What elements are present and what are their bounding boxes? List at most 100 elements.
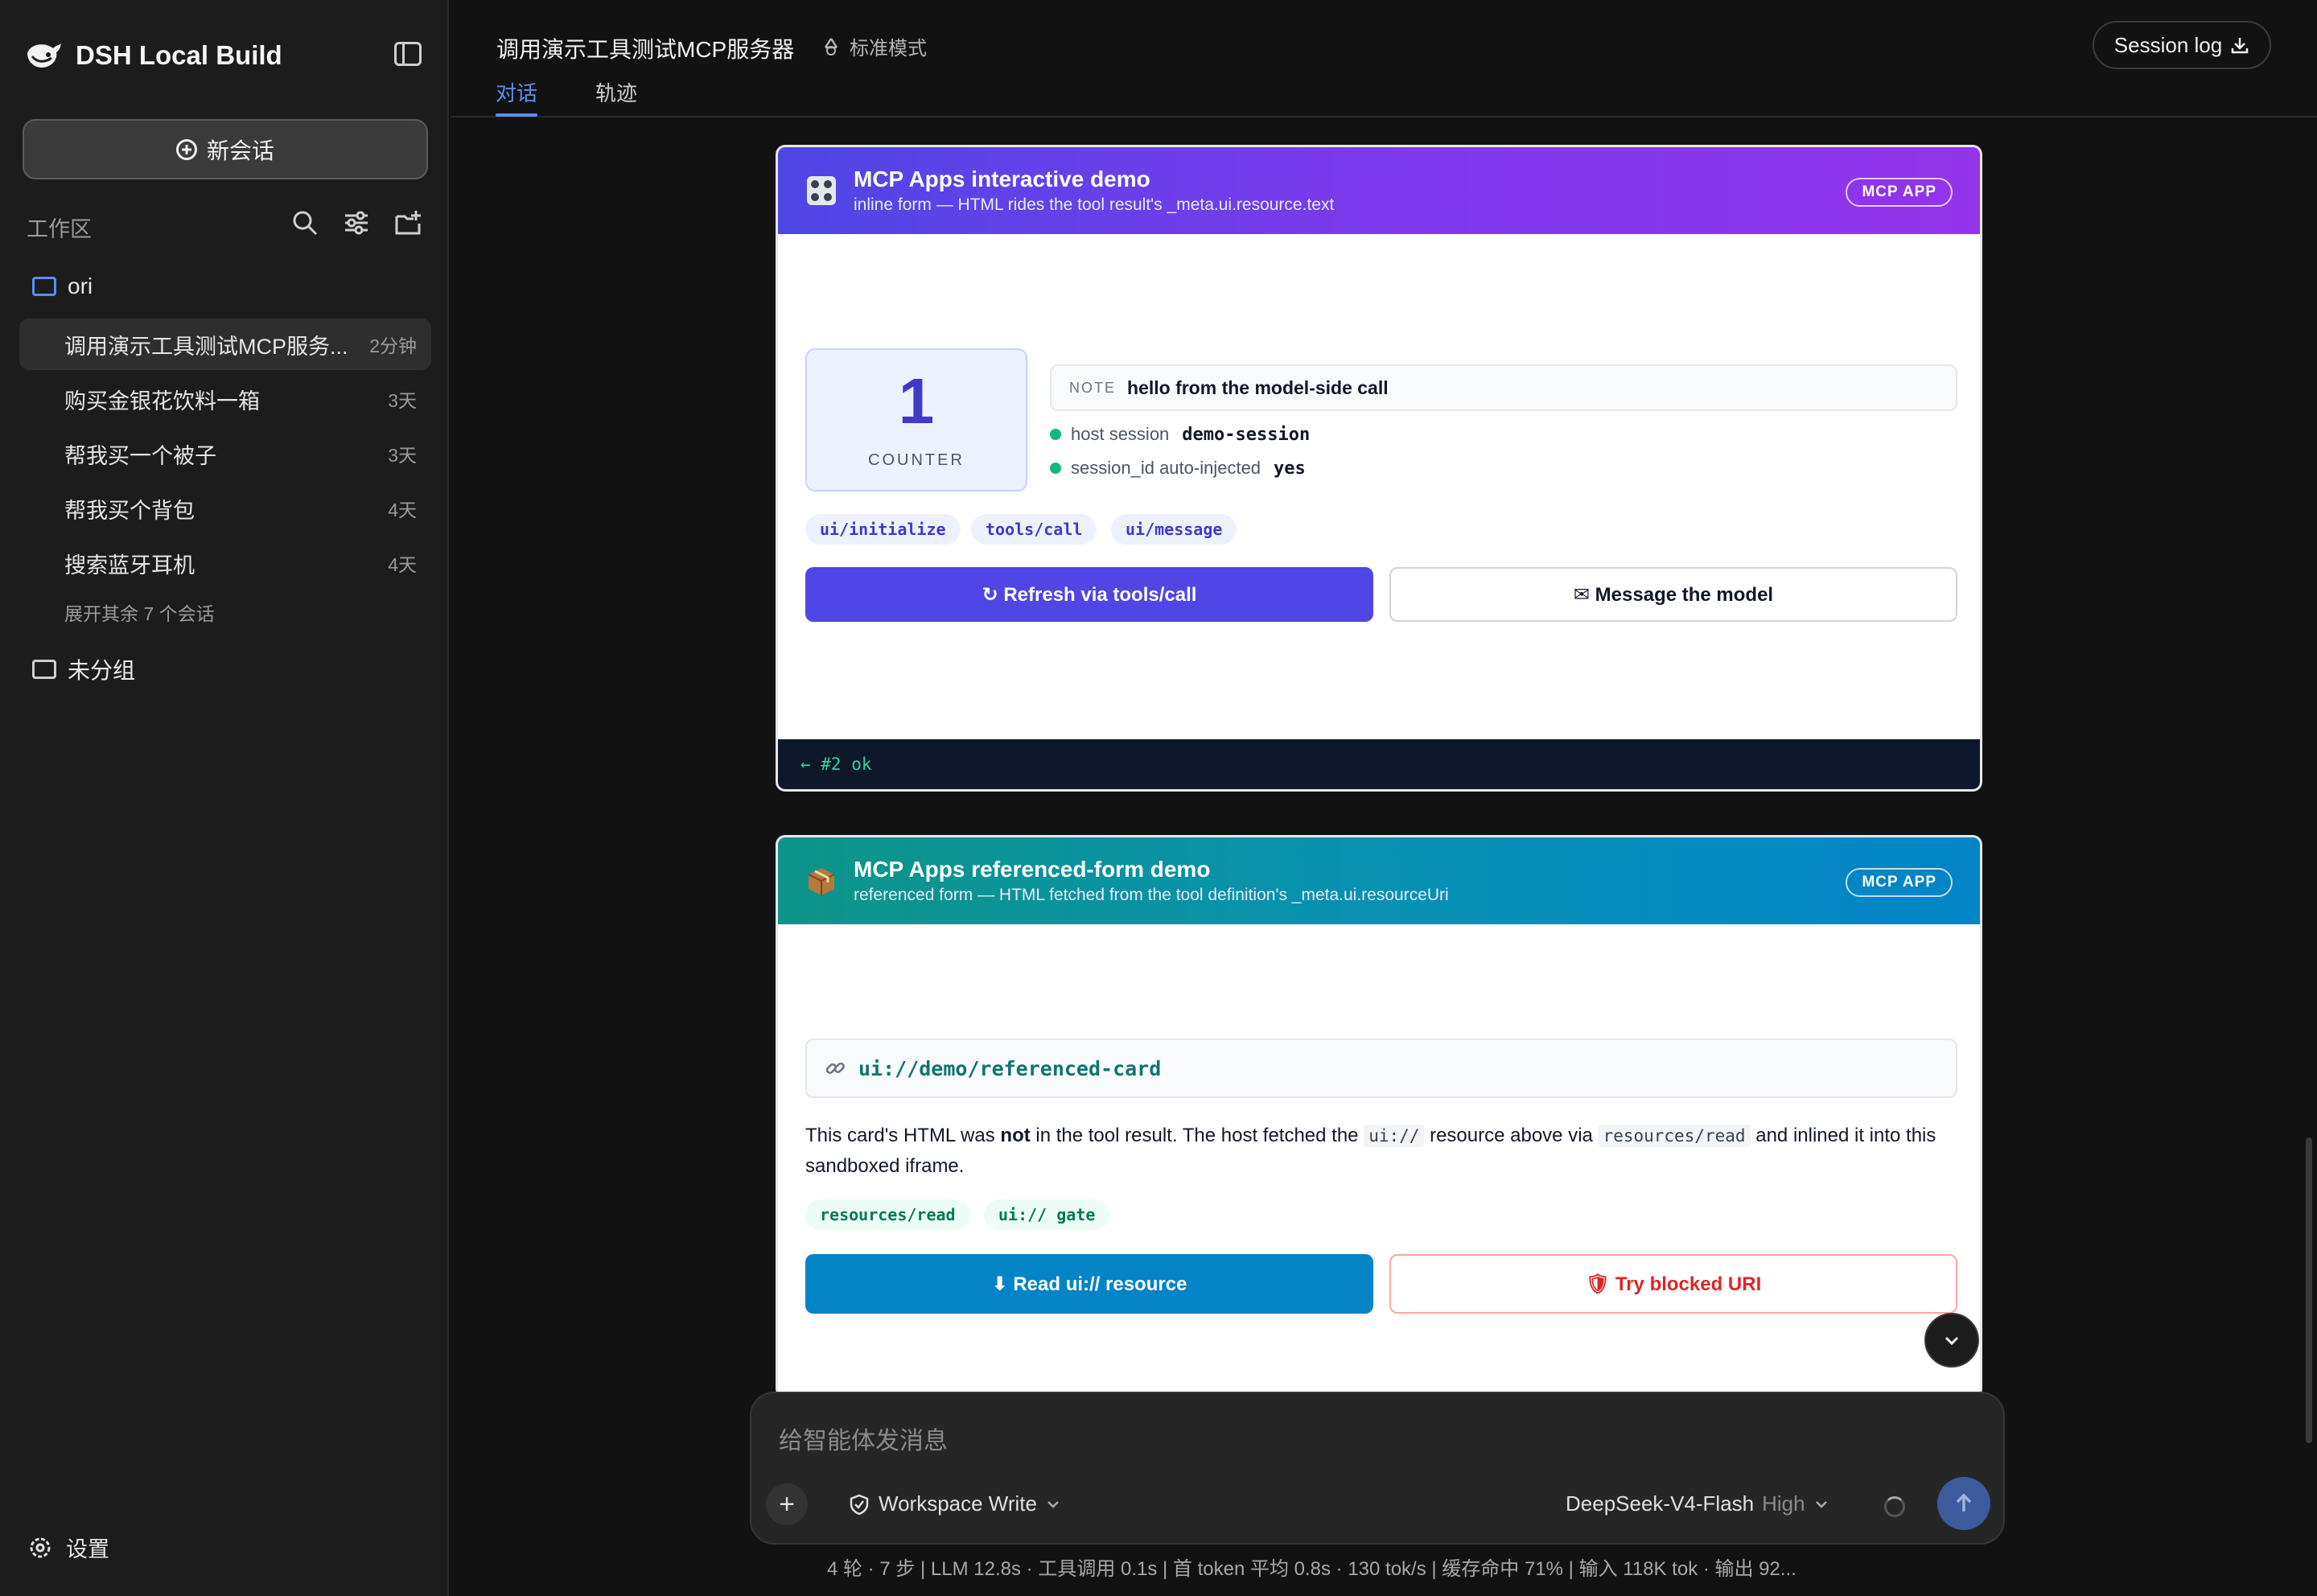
session-name: 搜索蓝牙耳机 xyxy=(64,553,195,578)
desc-text: This card's HTML was xyxy=(805,1125,1001,1146)
note-box: NOTE hello from the model-side call xyxy=(1050,364,1957,411)
session-id-row: session_id auto-injected yes xyxy=(1050,458,1306,479)
session-log-button[interactable]: Session log xyxy=(2093,21,2271,69)
session-name: 调用演示工具测试MCP服务... xyxy=(64,334,348,359)
message-input[interactable]: 给智能体发消息 xyxy=(779,1421,948,1456)
session-item[interactable]: 搜索蓝牙耳机 4天 xyxy=(19,537,431,589)
model-selector[interactable]: DeepSeek-V4-Flash High xyxy=(1566,1491,1829,1516)
run-stats: 4 轮 · 7 步 | LLM 12.8s · 工具调用 0.1s | 首 to… xyxy=(827,1558,1796,1580)
model-name: DeepSeek-V4-Flash xyxy=(1566,1491,1755,1516)
session-name: 购买金银花饮料一箱 xyxy=(64,389,260,413)
filter-sliders-icon[interactable] xyxy=(343,209,370,237)
session-name: 帮我买一个被子 xyxy=(64,443,216,468)
card-subtitle: referenced form — HTML fetched from the … xyxy=(854,886,1449,904)
add-attachment-button[interactable]: + xyxy=(766,1483,808,1525)
conversation-title: 调用演示工具测试MCP服务器 xyxy=(496,37,795,62)
session-time: 4天 xyxy=(388,500,417,520)
session-id-label: session_id auto-injected xyxy=(1071,458,1261,478)
try-blocked-uri-button[interactable]: 🛡 Try blocked URI xyxy=(1389,1254,1957,1314)
card-subtitle: inline form — HTML rides the tool result… xyxy=(854,195,1335,214)
mcp-app-card-interactive: MCP Apps interactive demo inline form — … xyxy=(776,145,1982,792)
session-log-label: Session log xyxy=(2113,32,2223,57)
sidebar-toggle-icon[interactable] xyxy=(394,42,422,66)
read-resource-button[interactable]: ⬇ Read ui:// resource xyxy=(805,1254,1373,1314)
session-item[interactable]: 帮我买一个被子 3天 xyxy=(19,428,431,479)
mode-indicator[interactable]: 标准模式 xyxy=(821,32,927,60)
chip-resources-read: resources/read xyxy=(805,1199,970,1230)
folder-ori[interactable]: ori xyxy=(32,274,93,299)
refresh-tools-call-button[interactable]: ↻ Refresh via tools/call xyxy=(805,567,1373,622)
mcp-app-badge: MCP APP xyxy=(1846,868,1953,897)
status-dot xyxy=(1050,463,1061,474)
card-header: MCP Apps interactive demo inline form — … xyxy=(778,147,1980,234)
host-session-label: host session xyxy=(1071,424,1170,444)
tab-trace[interactable]: 轨迹 xyxy=(595,77,637,107)
recycle-icon xyxy=(824,37,838,56)
session-item[interactable]: 调用演示工具测试MCP服务... 2分钟 xyxy=(19,319,431,370)
package-box-icon xyxy=(808,868,835,895)
session-time: 3天 xyxy=(388,445,417,466)
counter-box: 1 COUNTER xyxy=(805,348,1027,492)
plus-icon: + xyxy=(779,1488,795,1520)
folder-ungrouped[interactable]: 未分组 xyxy=(32,653,135,685)
session-item[interactable]: 购买金银花饮料一箱 3天 xyxy=(19,373,431,425)
expand-more-sessions[interactable]: 展开其余 7 个会话 xyxy=(64,598,215,626)
settings-button[interactable]: 设置 xyxy=(27,1532,109,1563)
mcp-app-card-referenced: MCP Apps referenced-form demo referenced… xyxy=(776,835,1982,1398)
model-level: High xyxy=(1762,1491,1805,1516)
session-item[interactable]: 帮我买个背包 4天 xyxy=(19,483,431,534)
desc-text: in the tool result. The host fetched the xyxy=(1030,1125,1364,1146)
new-chat-button[interactable]: 新会话 xyxy=(23,119,428,179)
chip-tools-call: tools/call xyxy=(971,514,1097,545)
new-folder-icon[interactable] xyxy=(394,209,422,237)
chip-ui-initialize: ui/initialize xyxy=(805,514,961,545)
folder-icon xyxy=(32,660,56,679)
permission-label: Workspace Write xyxy=(879,1491,1037,1516)
send-button[interactable] xyxy=(1937,1477,1990,1530)
brand: DSH Local Build xyxy=(24,35,282,76)
folder-open-icon xyxy=(32,277,56,296)
control-knobs-icon xyxy=(807,176,836,205)
new-chat-label: 新会话 xyxy=(206,138,274,163)
mcp-app-badge: MCP APP xyxy=(1846,178,1953,207)
desc-text: resource above via xyxy=(1424,1125,1599,1146)
app-title: DSH Local Build xyxy=(76,40,282,70)
card-header: MCP Apps referenced-form demo referenced… xyxy=(778,837,1980,924)
workspace-label: 工作区 xyxy=(27,217,92,241)
description: This card's HTML was not in the tool res… xyxy=(805,1121,1957,1182)
chip-ui-gate: ui:// gate xyxy=(984,1199,1110,1230)
link-icon xyxy=(825,1062,845,1074)
resource-uri: ui://demo/referenced-card xyxy=(858,1056,1162,1080)
chevron-down-icon xyxy=(1945,1336,1959,1346)
session-name: 帮我买个背包 xyxy=(64,498,195,523)
desc-bold: not xyxy=(1000,1125,1031,1146)
message-model-button[interactable]: ✉ Message the model xyxy=(1389,567,1957,622)
host-session-value: demo-session xyxy=(1182,424,1311,445)
whale-logo-icon xyxy=(27,43,61,68)
desc-code: ui:// xyxy=(1364,1125,1425,1147)
log-bar: ← #2 ok xyxy=(778,739,1980,789)
sidebar: DSH Local Build 新会话 工作区 ori 调用演示工具测试MCP服… xyxy=(0,0,449,1596)
resource-uri-box: ui://demo/referenced-card xyxy=(805,1039,1957,1098)
search-icon[interactable] xyxy=(291,209,319,237)
plus-circle-icon xyxy=(175,138,197,160)
card-title: MCP Apps referenced-form demo xyxy=(854,857,1211,882)
scrollbar[interactable] xyxy=(2306,1137,2312,1443)
tab-conversation[interactable]: 对话 xyxy=(496,77,538,117)
arrow-up-icon xyxy=(1956,1493,1972,1512)
download-icon xyxy=(2231,38,2249,54)
status-dot xyxy=(1050,429,1061,440)
session-time: 3天 xyxy=(388,390,417,411)
session-time: 4天 xyxy=(388,554,417,575)
loading-spinner-icon xyxy=(1884,1496,1905,1517)
card-title: MCP Apps interactive demo xyxy=(854,167,1150,191)
session-id-value: yes xyxy=(1274,458,1306,479)
counter-value: 1 xyxy=(898,365,935,437)
counter-label: COUNTER xyxy=(868,451,965,469)
composer: 给智能体发消息 + Workspace Write DeepSeek-V4-Fl… xyxy=(750,1392,2005,1545)
scroll-to-bottom-button[interactable] xyxy=(1924,1313,1979,1368)
shield-check-icon xyxy=(850,1494,869,1515)
chevron-down-icon xyxy=(1815,1500,1827,1508)
note-key: NOTE xyxy=(1069,379,1117,396)
permission-selector[interactable]: Workspace Write xyxy=(848,1491,1061,1516)
